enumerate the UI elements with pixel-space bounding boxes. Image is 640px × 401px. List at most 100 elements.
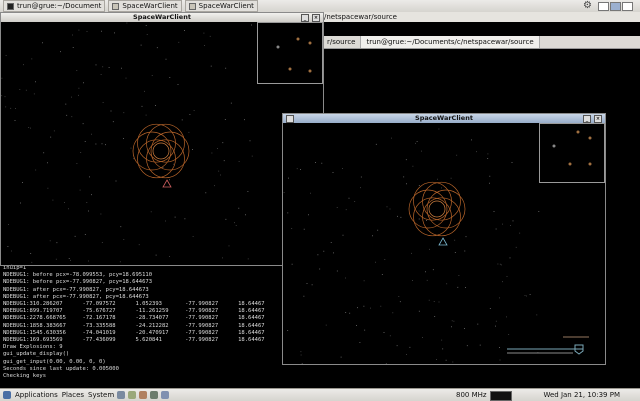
- star: [225, 218, 227, 220]
- star: [247, 191, 249, 192]
- star: [205, 192, 207, 194]
- star: [89, 176, 90, 178]
- star: [78, 29, 80, 31]
- terminal-line: gui_get_input(0.00, 0.00, 0, 0): [3, 358, 106, 365]
- star: [144, 90, 145, 92]
- star: [178, 41, 180, 43]
- star: [84, 234, 86, 235]
- terminal-line: NDEBUG1:169.693569 -77.436099 5.620841 -…: [3, 337, 265, 344]
- cpu-frequency: 800 MHz: [456, 391, 487, 399]
- terminal-line: inuip=1: [3, 265, 27, 271]
- star: [155, 105, 156, 106]
- terminal-line: NDEBUG1:1545.630356 -74.041019 -20.47091…: [3, 329, 265, 336]
- star: [28, 127, 30, 128]
- terminal-titlebar[interactable]: /netspacewar/source: [322, 12, 640, 22]
- star: [140, 44, 142, 46]
- close-icon[interactable]: ×: [594, 115, 602, 123]
- star: [145, 25, 147, 26]
- star: [123, 112, 125, 114]
- star: [102, 102, 104, 103]
- star: [169, 77, 171, 78]
- star: [156, 47, 158, 49]
- taskbar-item-terminal[interactable]: trun@grue:~/Document: [3, 0, 106, 12]
- star: [238, 161, 240, 162]
- game-field[interactable]: [283, 123, 605, 364]
- menu-system[interactable]: System: [88, 391, 114, 399]
- minimize-icon[interactable]: _: [583, 115, 591, 123]
- launcher-icon[interactable]: [161, 391, 170, 399]
- menu-applications[interactable]: Applications: [15, 391, 58, 399]
- terminal-line: NDEBUG1:1858.383667 -73.335588 -24.21228…: [3, 322, 265, 329]
- star: [181, 119, 183, 121]
- clock[interactable]: Wed Jan 21, 10:39 PM: [543, 390, 620, 400]
- star: [108, 67, 110, 68]
- star: [52, 199, 54, 201]
- star: [79, 189, 81, 191]
- workspace-switcher-1[interactable]: [598, 2, 609, 11]
- menu-places[interactable]: Places: [62, 391, 84, 399]
- star: [230, 102, 232, 104]
- workspace-switcher-3[interactable]: [622, 2, 633, 11]
- window-menu-icon[interactable]: [286, 115, 294, 123]
- star: [228, 245, 230, 247]
- star: [55, 258, 57, 260]
- star: [204, 45, 205, 46]
- taskbar-item-spacewar-1[interactable]: SpaceWarClient: [108, 0, 182, 12]
- star: [86, 202, 88, 203]
- star: [177, 84, 179, 85]
- star: [43, 152, 45, 154]
- star: [72, 34, 73, 36]
- terminal-line: NDEBUG1:310.286207 -77.097572 1.052393 -…: [3, 301, 265, 308]
- star: [174, 216, 176, 218]
- terminal-path: /netspacewar/source: [324, 13, 397, 21]
- taskbar-item-spacewar-2[interactable]: SpaceWarClient: [184, 0, 258, 12]
- launcher-icon[interactable]: [150, 391, 159, 399]
- terminal-icon: [7, 2, 14, 10]
- star: [11, 250, 12, 252]
- star: [217, 148, 218, 149]
- star: [203, 32, 205, 34]
- spacewar-window-left[interactable]: SpaceWarClient _ ×: [0, 12, 324, 266]
- mail-icon[interactable]: [128, 391, 137, 399]
- star: [4, 96, 6, 98]
- star: [60, 51, 61, 53]
- window-title: SpaceWarClient: [133, 13, 191, 21]
- star: [78, 94, 79, 96]
- browser-icon[interactable]: [117, 391, 126, 399]
- distro-logo-icon[interactable]: [3, 391, 11, 399]
- star: [146, 34, 148, 35]
- star: [220, 174, 221, 176]
- terminal-line: NDEBUG1: after pcx=-77.990827, pcy=18.64…: [3, 286, 149, 293]
- workspace-switcher-2[interactable]: [610, 2, 621, 11]
- star: [141, 105, 143, 107]
- gear-icon[interactable]: ⚙: [583, 0, 592, 12]
- star: [5, 55, 7, 56]
- star: [126, 22, 128, 24]
- star: [8, 224, 9, 225]
- tab-terminal-1[interactable]: r/source: [322, 36, 362, 48]
- star: [82, 123, 84, 125]
- star: [88, 260, 89, 262]
- taskbar-item-label: SpaceWarClient: [122, 2, 178, 10]
- close-icon[interactable]: ×: [312, 14, 320, 22]
- star: [72, 47, 74, 48]
- star: [102, 66, 104, 68]
- star: [150, 211, 152, 213]
- minimize-icon[interactable]: _: [301, 14, 309, 22]
- tab-terminal-2[interactable]: trun@grue:~/Documents/c/netspacewar/sour…: [361, 36, 540, 48]
- window-titlebar[interactable]: SpaceWarClient _ ×: [283, 114, 605, 123]
- help-icon[interactable]: [139, 391, 148, 399]
- star: [121, 67, 122, 69]
- spacewar-window-right[interactable]: SpaceWarClient _ ×: [282, 113, 606, 365]
- radar-panel: [257, 22, 323, 84]
- window-title: SpaceWarClient: [415, 114, 473, 122]
- game-field[interactable]: [1, 22, 323, 265]
- star: [35, 169, 37, 171]
- star: [192, 149, 193, 150]
- star: [169, 179, 170, 181]
- star: [80, 152, 82, 153]
- star: [238, 207, 240, 209]
- star: [50, 136, 52, 138]
- window-titlebar[interactable]: SpaceWarClient _ ×: [1, 13, 323, 22]
- star: [209, 35, 211, 37]
